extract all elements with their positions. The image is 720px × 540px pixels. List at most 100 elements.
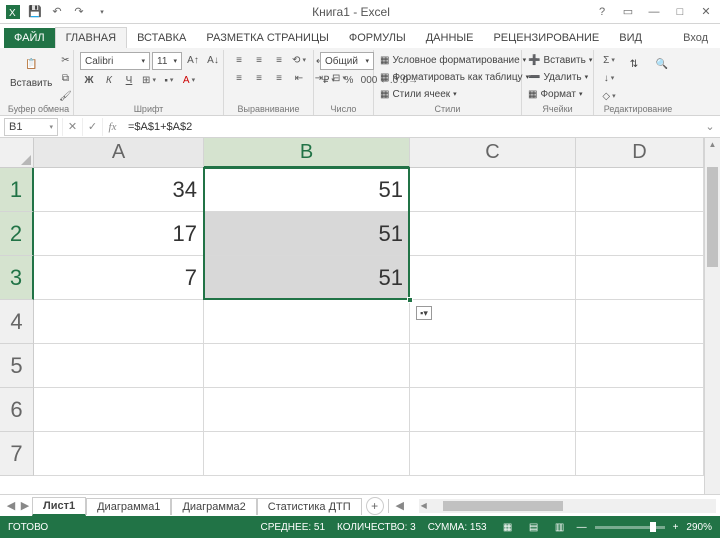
cell-d3[interactable] [576, 256, 704, 300]
fill-icon[interactable]: ↓ [600, 70, 618, 86]
delete-cells-button[interactable]: ➖Удалить▾ [528, 69, 588, 85]
cell-d6[interactable] [576, 388, 704, 432]
tab-page-layout[interactable]: РАЗМЕТКА СТРАНИЦЫ [196, 28, 338, 48]
cell-c3[interactable] [410, 256, 576, 300]
sheet-tab-1[interactable]: Лист1 [32, 497, 86, 516]
autofill-options-button[interactable]: ▪▾ [416, 306, 432, 320]
tab-nav-first-icon[interactable]: ◀ [393, 499, 407, 512]
page-break-view-icon[interactable]: ▥ [551, 519, 569, 535]
font-name-dropdown[interactable]: Calibri▾ [80, 52, 150, 70]
expand-formula-bar-icon[interactable]: ⌄ [700, 120, 720, 133]
tab-formulas[interactable]: ФОРМУЛЫ [339, 28, 416, 48]
horizontal-scrollbar[interactable]: ◀ [419, 499, 716, 513]
align-right-icon[interactable]: ≡ [270, 70, 288, 86]
cancel-formula-icon[interactable]: ✕ [62, 118, 82, 136]
qat-customize-icon[interactable] [92, 3, 110, 21]
align-left-icon[interactable]: ≡ [230, 70, 248, 86]
row-header-5[interactable]: 5 [0, 344, 34, 388]
paste-button[interactable]: 📋 Вставить [10, 52, 52, 89]
cut-icon[interactable]: ✂ [56, 52, 74, 68]
formula-input[interactable]: =$A$1+$A$2 [122, 121, 700, 133]
row-header-3[interactable]: 3 [0, 256, 34, 300]
conditional-formatting-button[interactable]: ▦Условное форматирование▾ [380, 52, 526, 68]
hscroll-thumb[interactable] [443, 501, 563, 511]
fill-handle[interactable] [407, 297, 413, 303]
cell-a5[interactable] [34, 344, 204, 388]
cell-a6[interactable] [34, 388, 204, 432]
zoom-out-button[interactable]: — [577, 522, 587, 533]
cell-c7[interactable] [410, 432, 576, 476]
cell-c2[interactable] [410, 212, 576, 256]
save-icon[interactable]: 💾 [26, 3, 44, 21]
tab-nav-next-icon[interactable]: ▶ [18, 499, 32, 512]
orientation-icon[interactable]: ⟲ [290, 52, 308, 68]
tab-data[interactable]: ДАННЫЕ [416, 28, 484, 48]
signin-link[interactable]: Вход [675, 28, 716, 48]
italic-button[interactable]: К [100, 72, 118, 88]
cell-d5[interactable] [576, 344, 704, 388]
font-size-dropdown[interactable]: 11▾ [152, 52, 182, 70]
row-header-4[interactable]: 4 [0, 300, 34, 344]
currency-icon[interactable]: ₽ [320, 72, 338, 88]
cell-b4[interactable] [204, 300, 410, 344]
cell-b2[interactable]: 51 [204, 212, 410, 256]
cell-c5[interactable] [410, 344, 576, 388]
col-header-a[interactable]: A [34, 138, 204, 168]
sheet-tab-3[interactable]: Диаграмма2 [171, 498, 256, 515]
row-header-2[interactable]: 2 [0, 212, 34, 256]
cell-d4[interactable] [576, 300, 704, 344]
cell-a2[interactable]: 17 [34, 212, 204, 256]
align-top-icon[interactable]: ≡ [230, 52, 248, 68]
tab-file[interactable]: ФАЙЛ [4, 28, 55, 48]
new-sheet-button[interactable]: + [366, 497, 384, 515]
cell-c6[interactable] [410, 388, 576, 432]
enter-formula-icon[interactable]: ✓ [82, 118, 102, 136]
cell-a1[interactable]: 34 [34, 168, 204, 212]
cell-b1[interactable]: 51 [204, 168, 410, 212]
autosum-icon[interactable]: Σ [600, 52, 618, 68]
redo-icon[interactable]: ↷ [70, 3, 88, 21]
cell-a7[interactable] [34, 432, 204, 476]
decrease-indent-icon[interactable]: ⇤ [290, 70, 308, 86]
ribbon-options-icon[interactable]: ▭ [618, 3, 638, 21]
cell-d2[interactable] [576, 212, 704, 256]
col-header-b[interactable]: B [204, 138, 410, 168]
cell-a3[interactable]: 7 [34, 256, 204, 300]
cell-d7[interactable] [576, 432, 704, 476]
zoom-level[interactable]: 290% [686, 522, 712, 533]
align-middle-icon[interactable]: ≡ [250, 52, 268, 68]
insert-function-icon[interactable]: fx [102, 118, 122, 136]
sort-filter-button[interactable]: ⇅ [622, 52, 646, 76]
maximize-icon[interactable]: □ [670, 3, 690, 21]
normal-view-icon[interactable]: ▦ [499, 519, 517, 535]
row-header-1[interactable]: 1 [0, 168, 34, 212]
vscroll-thumb[interactable] [707, 167, 718, 267]
copy-icon[interactable]: ⧉ [56, 70, 74, 86]
sheet-tab-4[interactable]: Статистика ДТП [257, 498, 362, 515]
cell-styles-button[interactable]: ▦Стили ячеек▾ [380, 86, 457, 102]
format-painter-icon[interactable]: 🖌 [56, 88, 74, 104]
zoom-in-button[interactable]: + [673, 522, 679, 533]
cell-d1[interactable] [576, 168, 704, 212]
tab-nav-prev-icon[interactable]: ◀ [4, 499, 18, 512]
fill-color-icon[interactable]: 🞍 [160, 72, 178, 88]
sheet-tab-2[interactable]: Диаграмма1 [86, 498, 171, 515]
cell-b5[interactable] [204, 344, 410, 388]
page-layout-view-icon[interactable]: ▤ [525, 519, 543, 535]
insert-cells-button[interactable]: ➕Вставить▾ [528, 52, 592, 68]
cell-c4[interactable] [410, 300, 576, 344]
border-icon[interactable]: ⊞ [140, 72, 158, 88]
align-center-icon[interactable]: ≡ [250, 70, 268, 86]
cell-c1[interactable] [410, 168, 576, 212]
undo-icon[interactable]: ↶ [48, 3, 66, 21]
scroll-up-icon[interactable]: ▲ [705, 138, 720, 149]
format-cells-button[interactable]: ▦Формат▾ [528, 86, 583, 102]
decrease-font-icon[interactable]: A↓ [204, 52, 222, 68]
tab-insert[interactable]: ВСТАВКА [127, 28, 196, 48]
vertical-scrollbar[interactable]: ▲ [704, 138, 720, 494]
increase-font-icon[interactable]: A↑ [184, 52, 202, 68]
name-box[interactable]: B1▾ [4, 118, 58, 136]
clear-icon[interactable]: ◇ [600, 88, 618, 104]
tab-view[interactable]: ВИД [609, 28, 652, 48]
help-icon[interactable]: ? [592, 3, 612, 21]
